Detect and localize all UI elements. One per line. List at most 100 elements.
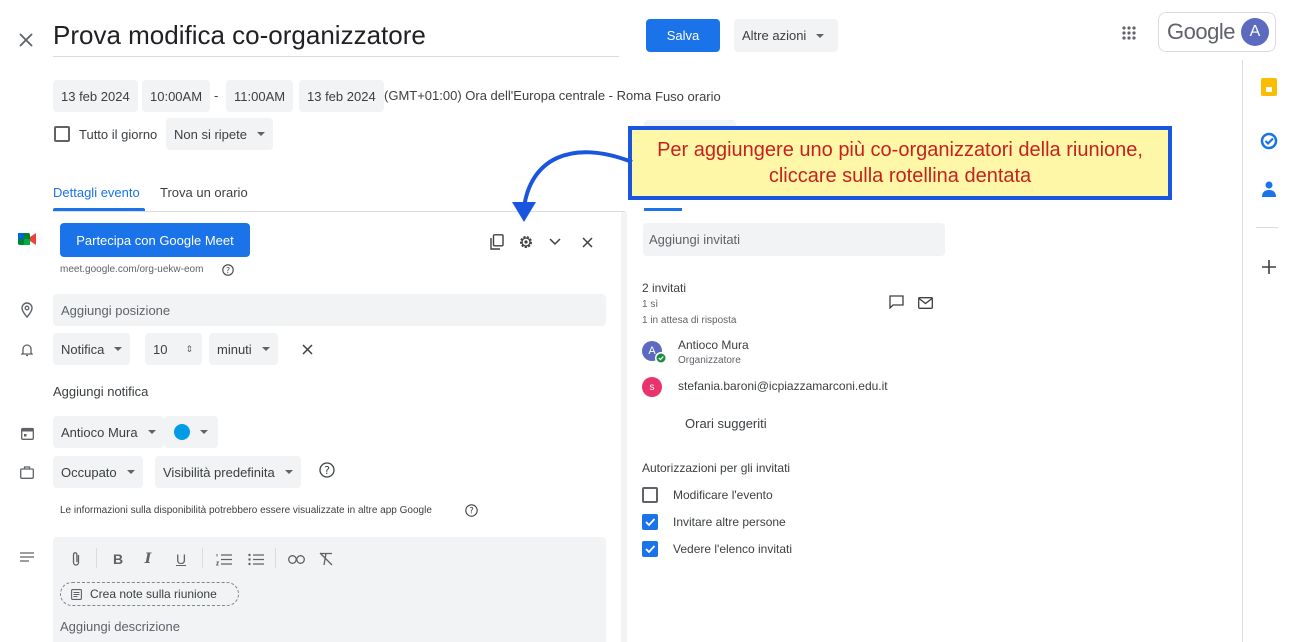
location-icon (18, 301, 36, 319)
create-notes-label: Crea note sulla riunione (90, 587, 217, 601)
event-color-swatch (174, 424, 190, 440)
add-notification-link[interactable]: Aggiungi notifica (53, 384, 148, 399)
email-icon[interactable] (915, 294, 935, 312)
start-time-chip[interactable]: 10:00AM (142, 80, 211, 112)
guest-row[interactable]: S stefania.baroni@icpiazzamarconi.edu.it (642, 375, 942, 399)
tab-event-details[interactable]: Dettagli evento (53, 185, 140, 200)
busy-status: Occupato (61, 464, 117, 480)
account-chip[interactable]: Google A (1158, 12, 1276, 52)
chevron-down-icon (256, 132, 265, 136)
permission-view-list-label: Vedere l'elenco invitati (673, 542, 793, 556)
notification-type-dropdown[interactable]: Notifica (53, 333, 131, 365)
permission-invite-checkbox[interactable] (642, 514, 658, 530)
timezone-text: (GMT+01:00) Ora dell'Europa centrale - R… (384, 88, 652, 103)
guest-name: stefania.baroni@icpiazzamarconi.edu.it (678, 379, 888, 393)
notification-unit-dropdown[interactable]: minuti (209, 333, 278, 365)
chevron-down-icon[interactable] (546, 233, 564, 251)
close-icon[interactable] (14, 28, 38, 52)
side-panel-separator (1256, 227, 1278, 228)
guest-role: Organizzatore (678, 355, 741, 366)
start-date-chip[interactable]: 13 feb 2024 (53, 80, 138, 112)
numbered-list-icon[interactable] (214, 550, 234, 568)
permission-invite-label: Invitare altre persone (673, 515, 786, 529)
permission-view-list-checkbox[interactable] (642, 541, 658, 557)
calendar-owner-dropdown[interactable]: Antioco Mura (53, 416, 164, 448)
link-icon[interactable] (286, 550, 306, 568)
attachment-icon[interactable] (66, 550, 86, 568)
message-icon[interactable] (886, 293, 906, 311)
title-underline (53, 56, 619, 57)
chevron-down-icon (147, 430, 156, 434)
stepper-icon: ⇕ (185, 343, 194, 354)
guest-count: 2 invitati (642, 281, 687, 295)
description-icon (18, 548, 36, 566)
briefcase-icon (18, 463, 36, 481)
notes-icon (71, 588, 82, 600)
gear-icon[interactable] (516, 232, 536, 252)
notification-value: 10 (153, 341, 168, 357)
event-color-dropdown[interactable] (164, 416, 218, 448)
join-meet-button[interactable]: Partecipa con Google Meet (60, 223, 250, 257)
remove-notification-icon[interactable] (298, 340, 316, 358)
location-placeholder: Aggiungi posizione (61, 302, 171, 318)
chevron-down-icon (261, 347, 270, 351)
all-day-checkbox[interactable] (54, 126, 70, 142)
repeat-dropdown[interactable]: Non si ripete (166, 118, 273, 150)
help-icon[interactable]: ? (318, 461, 336, 479)
guest-row[interactable]: A Antioco Mura Organizzatore (642, 337, 942, 369)
add-guests-placeholder: Aggiungi invitati (649, 232, 741, 247)
google-meet-icon (16, 230, 38, 248)
toolbar-separator (275, 548, 276, 568)
guest-name: Antioco Mura (678, 338, 749, 352)
help-icon[interactable]: ? (221, 263, 235, 277)
calendar-owner: Antioco Mura (61, 424, 138, 440)
busy-status-dropdown[interactable]: Occupato (53, 456, 143, 488)
notification-value-stepper[interactable]: 10 ⇕ (145, 333, 202, 365)
start-date: 13 feb 2024 (61, 88, 130, 104)
avatar: A (1241, 18, 1269, 46)
copy-icon[interactable] (487, 232, 507, 252)
bell-icon (18, 341, 36, 359)
callout-arrow (512, 150, 633, 222)
meet-link[interactable]: meet.google.com/org-uekw-eom (60, 264, 203, 275)
end-time-chip[interactable]: 11:00AM (226, 80, 294, 112)
visibility-dropdown[interactable]: Visibilità predefinita (155, 456, 301, 488)
callout-text: Per aggiungere uno più co-organizzatori … (657, 139, 1143, 187)
save-button[interactable]: Salva (646, 19, 720, 52)
google-logo: Google (1167, 19, 1235, 44)
more-actions-dropdown[interactable]: Altre azioni (734, 19, 838, 52)
end-date-chip[interactable]: 13 feb 2024 (299, 80, 384, 112)
location-input[interactable]: Aggiungi posizione (53, 294, 606, 326)
keep-icon[interactable] (1258, 76, 1280, 98)
avatar: S (642, 377, 662, 397)
contacts-icon[interactable] (1258, 178, 1280, 200)
panel-scrollbar[interactable] (621, 212, 627, 642)
chevron-down-icon (200, 430, 208, 434)
help-icon[interactable]: ? (464, 503, 478, 517)
side-panel-divider (1242, 60, 1243, 642)
suggested-times-button[interactable]: Orari suggeriti (685, 416, 767, 431)
notification-type: Notifica (61, 341, 105, 357)
underline-icon[interactable]: U (171, 550, 191, 568)
bold-icon[interactable]: B (108, 550, 128, 568)
add-guests-input[interactable]: Aggiungi invitati (643, 223, 945, 256)
timezone-link[interactable]: Fuso orario (655, 89, 721, 104)
permission-modify-checkbox[interactable] (642, 487, 658, 503)
calendar-icon (18, 424, 36, 442)
close-meet-icon[interactable] (578, 233, 596, 251)
italic-icon[interactable]: I (138, 550, 158, 568)
chevron-down-icon (816, 33, 825, 38)
create-notes-button[interactable]: Crea note sulla riunione (60, 582, 239, 606)
visibility: Visibilità predefinita (163, 464, 275, 480)
svg-text:?: ? (324, 464, 330, 477)
tasks-icon[interactable] (1258, 130, 1280, 152)
plus-icon[interactable] (1258, 256, 1280, 278)
save-button-label: Salva (666, 28, 700, 43)
guest-yes-count: 1 sì (642, 299, 659, 310)
event-title-input[interactable]: Prova modifica co-organizzatore (53, 20, 426, 51)
tab-find-time[interactable]: Trova un orario (160, 185, 248, 200)
clear-formatting-icon[interactable] (316, 550, 336, 568)
bulleted-list-icon[interactable] (246, 550, 266, 568)
apps-grid-icon[interactable] (1118, 22, 1140, 44)
callout-box: Per aggiungere uno più co-organizzatori … (628, 126, 1172, 200)
